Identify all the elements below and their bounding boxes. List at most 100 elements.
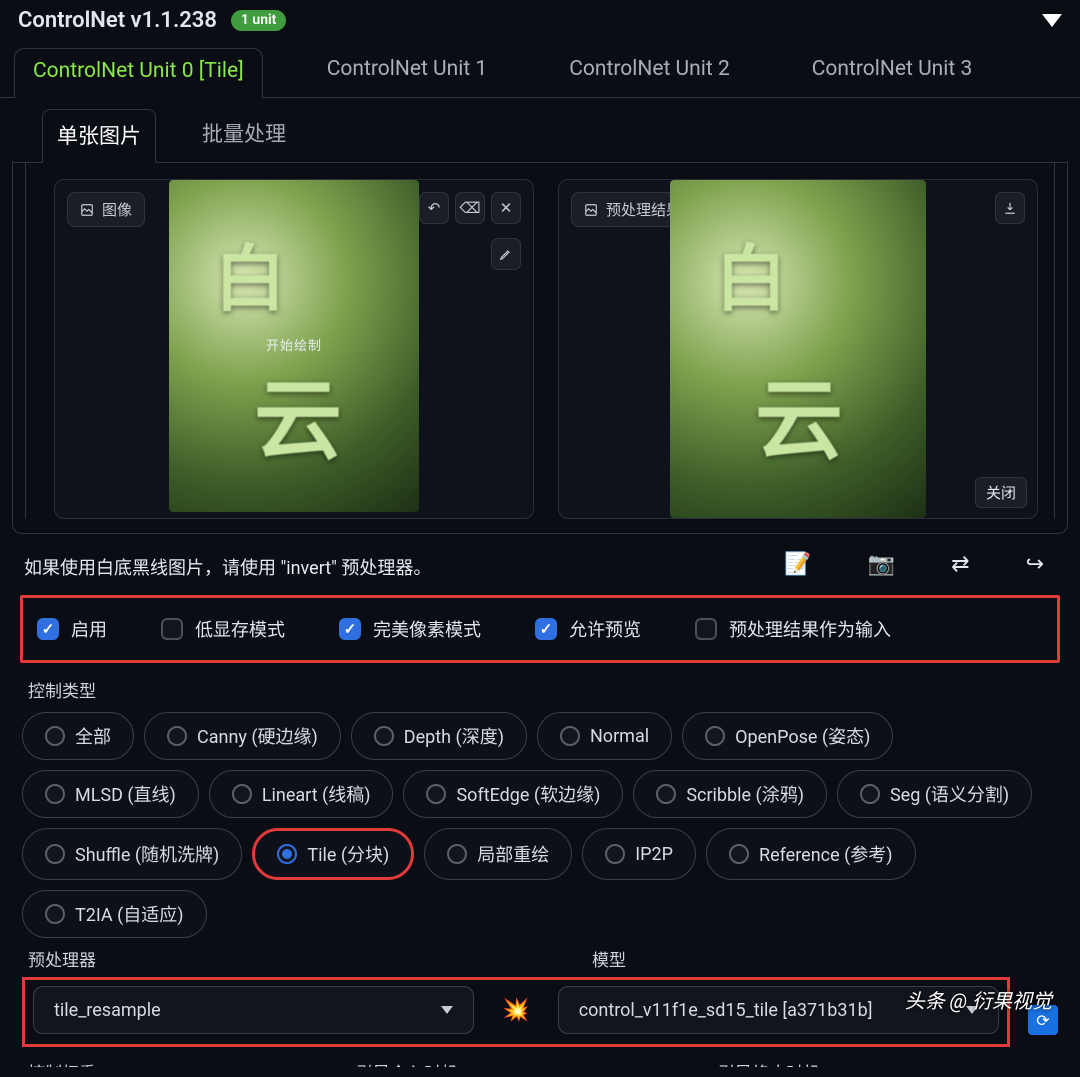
tab-unit-1[interactable]: ControlNet Unit 1 bbox=[309, 47, 506, 97]
checkbox-label: 完美像素模式 bbox=[373, 616, 481, 642]
control-type-scribble[interactable]: Scribble (涂鸦) bbox=[633, 770, 827, 818]
control-type-label: Canny (硬边缘) bbox=[197, 723, 318, 749]
image-icon bbox=[80, 203, 94, 217]
sketch-button[interactable] bbox=[491, 238, 521, 270]
swap-icon[interactable]: ⇄ bbox=[951, 552, 969, 577]
controlnet-title: ControlNet v1.1.238 bbox=[18, 8, 217, 33]
undo-button[interactable]: ↶ bbox=[419, 192, 449, 224]
tab-unit-3[interactable]: ControlNet Unit 3 bbox=[794, 47, 991, 97]
control-type-label: Scribble (涂鸦) bbox=[686, 781, 804, 807]
radio-icon bbox=[426, 784, 446, 804]
checkbox-box-icon bbox=[161, 618, 183, 640]
tab-single-image[interactable]: 单张图片 bbox=[42, 109, 156, 163]
control-type-group: 全部 Canny (硬边缘) Depth (深度) Normal OpenPose (姿… bbox=[0, 706, 1080, 938]
radio-icon bbox=[277, 844, 297, 864]
radio-icon bbox=[45, 844, 65, 864]
unit-tab-bar: ControlNet Unit 0 [Tile] ControlNet Unit… bbox=[0, 47, 1080, 98]
doc-icon[interactable]: 📝 bbox=[784, 552, 811, 577]
download-icon bbox=[1003, 201, 1017, 215]
radio-icon bbox=[45, 726, 65, 746]
guidance-start-label: 引导介入时机 bbox=[356, 1059, 458, 1067]
checkbox-3[interactable]: 允许预览 bbox=[535, 616, 641, 642]
radio-icon bbox=[167, 726, 187, 746]
radio-icon bbox=[705, 726, 725, 746]
close-preview-button[interactable]: 关闭 bbox=[975, 477, 1027, 508]
send-icon[interactable]: ↪ bbox=[1026, 552, 1044, 577]
radio-icon bbox=[729, 844, 749, 864]
control-type-normal[interactable]: Normal bbox=[537, 712, 672, 760]
checkbox-1[interactable]: 低显存模式 bbox=[161, 616, 285, 642]
collapse-caret-icon[interactable] bbox=[1042, 14, 1062, 27]
control-type-label: 控制类型 bbox=[0, 663, 1080, 706]
preview-image: 白 云 bbox=[670, 180, 926, 518]
input-image-panel[interactable]: 图像 ↶ ⌫ ✕ 白 云 开始绘制 bbox=[54, 179, 534, 519]
tab-unit-0[interactable]: ControlNet Unit 0 [Tile] bbox=[14, 48, 263, 98]
watermark-text: 头条 @ 衍果视觉 bbox=[905, 985, 1052, 1014]
control-type-lineart[interactable]: Lineart (线稿) bbox=[209, 770, 394, 818]
control-type-label: Tile (分块) bbox=[307, 841, 389, 867]
control-type-label: Lineart (线稿) bbox=[262, 781, 371, 807]
control-type-ip2p[interactable]: IP2P bbox=[582, 828, 696, 880]
checkbox-box-icon bbox=[37, 618, 59, 640]
control-type-局部重绘[interactable]: 局部重绘 bbox=[424, 828, 572, 880]
control-type-label: Reference (参考) bbox=[759, 841, 893, 867]
control-type-softedge[interactable]: SoftEdge (软边缘) bbox=[403, 770, 623, 818]
chevron-down-icon bbox=[441, 1006, 453, 1014]
sub-tab-bar: 单张图片 批量处理 bbox=[12, 98, 1068, 163]
remove-button[interactable]: ✕ bbox=[491, 192, 521, 224]
checkbox-box-icon bbox=[339, 618, 361, 640]
control-type-depth[interactable]: Depth (深度) bbox=[351, 712, 527, 760]
control-type-mlsd[interactable]: MLSD (直线) bbox=[22, 770, 199, 818]
control-type-seg[interactable]: Seg (语义分割) bbox=[837, 770, 1032, 818]
radio-icon bbox=[45, 784, 65, 804]
control-type-t2ia[interactable]: T2IA (自适应) bbox=[22, 890, 207, 938]
checkbox-0[interactable]: 启用 bbox=[37, 616, 107, 642]
image-icon bbox=[584, 203, 598, 217]
checkbox-label: 启用 bbox=[71, 616, 107, 642]
radio-icon bbox=[860, 784, 880, 804]
control-type-label: MLSD (直线) bbox=[75, 781, 176, 807]
checkbox-label: 允许预览 bbox=[569, 616, 641, 642]
control-type-label: IP2P bbox=[635, 844, 673, 865]
model-value: control_v11f1e_sd15_tile [a371b31b] bbox=[579, 1000, 873, 1021]
control-type-label: 全部 bbox=[75, 723, 111, 749]
input-image-overlay-text: 开始绘制 bbox=[169, 335, 419, 354]
guidance-end-label: 引导终止时机 bbox=[718, 1059, 820, 1067]
preprocessor-label: 预处理器 bbox=[22, 946, 96, 971]
control-type-tile[interactable]: Tile (分块) bbox=[252, 828, 414, 880]
explode-icon[interactable]: 💥 bbox=[492, 998, 539, 1023]
control-type-label: Shuffle (随机洗牌) bbox=[75, 841, 219, 867]
checkbox-box-icon bbox=[695, 618, 717, 640]
control-type-shuffle[interactable]: Shuffle (随机洗牌) bbox=[22, 828, 242, 880]
tab-unit-2[interactable]: ControlNet Unit 2 bbox=[551, 47, 748, 97]
camera-icon[interactable]: 📷 bbox=[868, 552, 895, 577]
control-type-reference[interactable]: Reference (参考) bbox=[706, 828, 916, 880]
preview-image-panel[interactable]: 预处理结果预览 白 云 关闭 bbox=[558, 179, 1038, 519]
download-button[interactable] bbox=[995, 192, 1025, 224]
radio-icon bbox=[45, 904, 65, 924]
preprocessor-value: tile_resample bbox=[54, 1000, 161, 1021]
control-type-label: Depth (深度) bbox=[404, 723, 504, 749]
control-type-openpose[interactable]: OpenPose (姿态) bbox=[682, 712, 893, 760]
control-weight-label: 控制权重 bbox=[28, 1059, 96, 1067]
control-type-label: SoftEdge (软边缘) bbox=[456, 781, 600, 807]
control-type-label: OpenPose (姿态) bbox=[735, 723, 870, 749]
control-type-canny[interactable]: Canny (硬边缘) bbox=[144, 712, 341, 760]
radio-icon bbox=[656, 784, 676, 804]
checkbox-label: 低显存模式 bbox=[195, 616, 285, 642]
control-type-label: 局部重绘 bbox=[477, 841, 549, 867]
control-type-label: Seg (语义分割) bbox=[890, 781, 1009, 807]
unit-badge: 1 unit bbox=[231, 10, 286, 31]
checkbox-2[interactable]: 完美像素模式 bbox=[339, 616, 481, 642]
radio-icon bbox=[447, 844, 467, 864]
tab-batch[interactable]: 批量处理 bbox=[188, 108, 300, 162]
control-type-label: Normal bbox=[590, 726, 649, 747]
control-type-全部[interactable]: 全部 bbox=[22, 712, 134, 760]
pencil-icon bbox=[499, 247, 513, 261]
preprocessor-dropdown[interactable]: tile_resample bbox=[33, 986, 474, 1034]
erase-button[interactable]: ⌫ bbox=[455, 192, 485, 224]
checkbox-label: 预处理结果作为输入 bbox=[729, 616, 891, 642]
checkbox-4[interactable]: 预处理结果作为输入 bbox=[695, 616, 891, 642]
control-type-label: T2IA (自适应) bbox=[75, 901, 184, 927]
radio-icon bbox=[232, 784, 252, 804]
